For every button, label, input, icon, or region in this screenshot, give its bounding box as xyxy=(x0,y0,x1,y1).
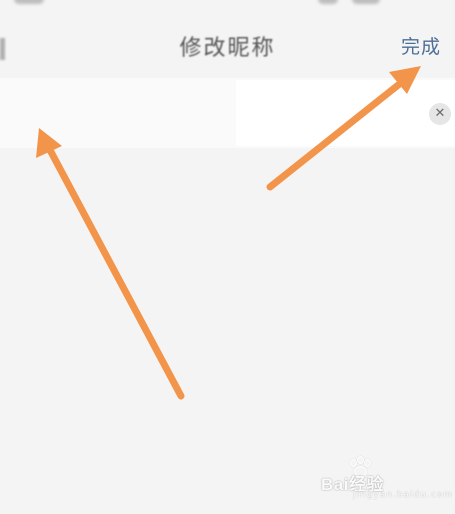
done-button[interactable]: 完成 xyxy=(401,32,441,59)
baidu-jingyan-watermark: Bai经验 jingyan.baidu.com xyxy=(321,456,452,504)
battery-icon xyxy=(352,0,380,4)
arrow-to-input-field xyxy=(36,128,185,400)
navigation-bar: 修改昵称 完成 xyxy=(0,10,455,74)
nickname-input-row[interactable] xyxy=(0,78,455,148)
watermark-url: jingyan.baidu.com xyxy=(353,490,454,500)
status-icons-left xyxy=(14,0,44,4)
close-icon[interactable]: ✕ xyxy=(429,103,451,125)
status-bar xyxy=(0,0,455,10)
status-icons-right xyxy=(318,0,338,4)
input-highlight xyxy=(236,80,455,146)
page-title: 修改昵称 xyxy=(179,36,276,61)
